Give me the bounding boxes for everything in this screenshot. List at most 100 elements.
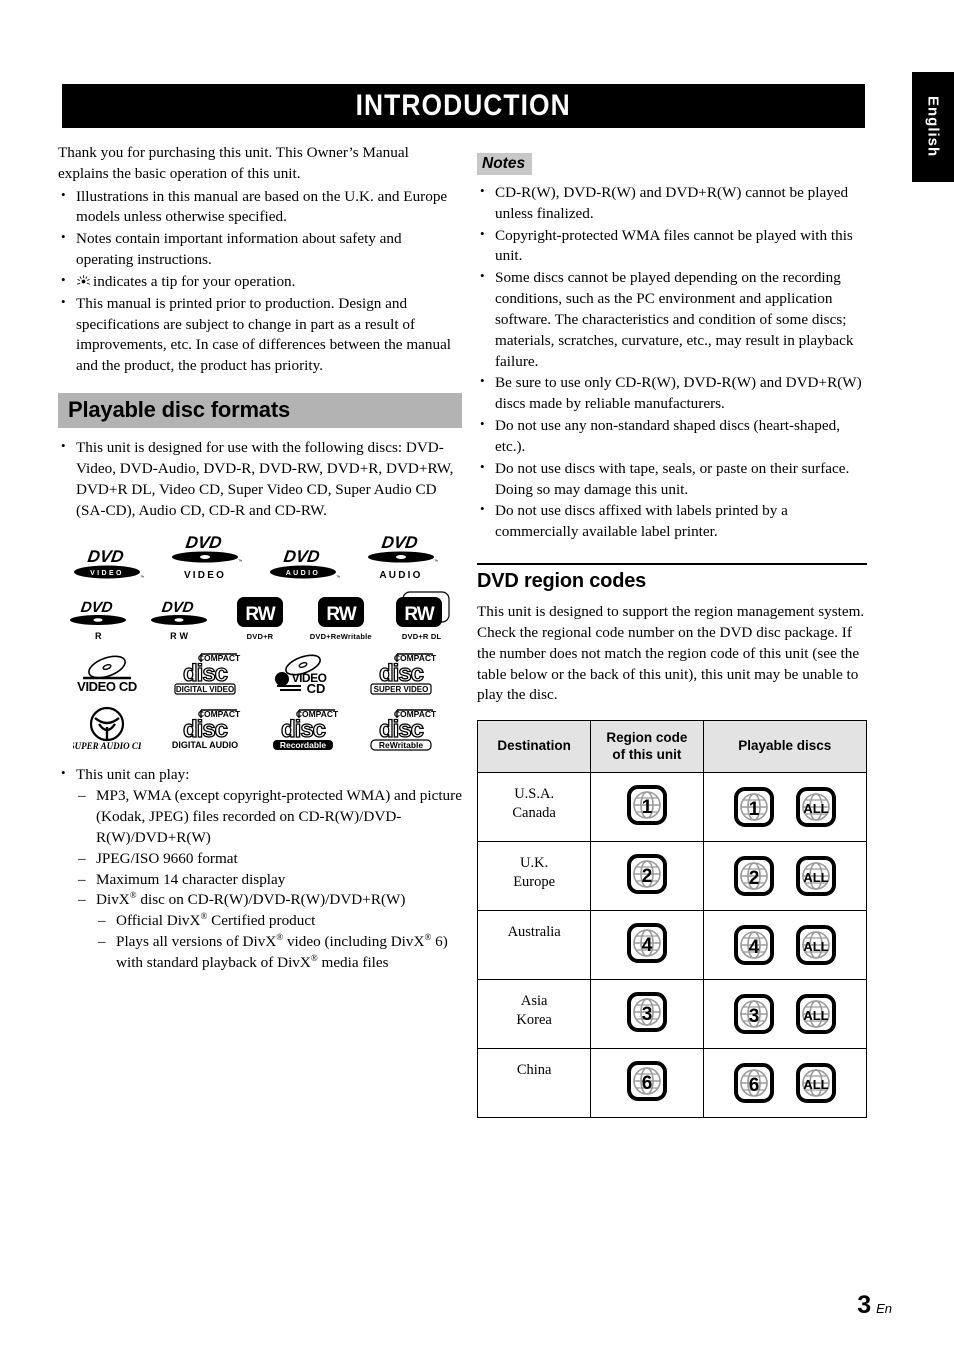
- svg-text:CD: CD: [307, 681, 326, 695]
- region-globe-icon: 2: [626, 853, 667, 894]
- logo-caption: R: [95, 631, 102, 642]
- divx-certified-post: Certified product: [207, 912, 316, 930]
- region-globe-icon: 3: [733, 994, 774, 1035]
- svg-text:DVD: DVD: [380, 533, 419, 552]
- page-footer: 3 En: [857, 1291, 892, 1320]
- logo-caption: DVD+R DL: [401, 632, 442, 642]
- list-item: Do not use discs affixed with labels pri…: [477, 500, 867, 543]
- playable-disc-number: 3: [748, 1006, 759, 1027]
- svg-text:disc: disc: [379, 716, 424, 743]
- language-tab-label: English: [924, 96, 942, 158]
- svg-text:DIGITAL AUDIO: DIGITAL AUDIO: [172, 740, 238, 750]
- playable-disc-number: 4: [748, 937, 759, 958]
- region-code-number: 3: [642, 1004, 653, 1025]
- cell-playable-discs: 2 ALL: [702, 841, 868, 912]
- svg-text:DVD: DVD: [80, 599, 114, 616]
- svg-text:ReWritable: ReWritable: [379, 740, 424, 750]
- disc-logo-grid: DVD VIDEO ™ DVD ™ VIDEO DVD AUDIO ™ DVD …: [58, 533, 462, 751]
- cell-region-code: 1: [590, 772, 704, 843]
- region-globe-icon: 6: [626, 1060, 667, 1101]
- table-row: Australia 4 4 ALL: [476, 910, 868, 981]
- registered-mark-icon: ®: [310, 952, 318, 963]
- logo-caption: VIDEO: [183, 570, 227, 582]
- column-header-region-code: Region code of this unit: [590, 720, 704, 774]
- can-play-list: This unit can play: MP3, WMA (except cop…: [58, 764, 462, 973]
- column-header-playable-discs: Playable discs: [702, 720, 868, 774]
- playable-disc-formats-heading: Playable disc formats: [58, 393, 462, 429]
- svg-text:™: ™: [434, 559, 438, 565]
- notes-heading: Notes: [477, 153, 533, 175]
- playable-disc-number: 2: [748, 868, 759, 889]
- svg-text:AUDIO: AUDIO: [286, 570, 321, 577]
- logo-caption: DVD+R: [246, 632, 274, 642]
- svg-text:Recordable: Recordable: [280, 740, 327, 750]
- intro-bullet-list: Illustrations in this manual are based o…: [58, 186, 462, 377]
- svg-text:DVD: DVD: [282, 547, 321, 566]
- right-column: Notes CD-R(W), DVD-R(W) and DVD+R(W) can…: [476, 153, 868, 1119]
- svg-text:disc: disc: [379, 660, 424, 687]
- list-item: JPEG/ISO 9660 format: [76, 849, 462, 870]
- region-globe-icon: 6: [733, 1063, 774, 1104]
- logo-caption: DVD+ReWritable: [309, 632, 372, 642]
- list-item: This manual is printed prior to producti…: [58, 293, 462, 377]
- page-title: INTRODUCTION: [355, 89, 572, 122]
- region-globe-all-icon: ALL: [795, 856, 836, 897]
- can-play-heading: This unit can play:: [76, 766, 190, 784]
- playable-disc-pair: 4 ALL: [705, 925, 865, 966]
- region-globe-icon: 2: [733, 856, 774, 897]
- svg-text:DVD: DVD: [161, 599, 195, 616]
- tip-sun-icon: [76, 274, 91, 287]
- region-globe-icon: 4: [733, 925, 774, 966]
- list-item: indicates a tip for your operation.: [58, 271, 462, 293]
- region-code-number: 1: [642, 797, 653, 818]
- language-tab: English: [912, 72, 954, 182]
- notes-list: CD-R(W), DVD-R(W) and DVD+R(W) cannot be…: [477, 182, 867, 543]
- playable-disc-all-label: ALL: [803, 939, 828, 954]
- dvd-plus-r-dl-logo: RW DVD+R DL: [381, 591, 462, 641]
- table-body: U.S.A. Canada 1 1 ALL U.K. Europe 2 2 AL…: [476, 772, 868, 1119]
- list-item: DivX® disc on CD-R(W)/DVD-R(W)/DVD+R(W) …: [76, 890, 462, 973]
- region-paragraph: This unit is designed to support the reg…: [477, 603, 865, 704]
- divx-versions-pre: Plays all versions of DivX: [116, 933, 277, 951]
- compact-disc-super-video-logo: COMPACT disc SUPER VIDEO: [352, 651, 450, 696]
- playable-disc-pair: 3 ALL: [705, 994, 865, 1035]
- list-item: This unit can play: MP3, WMA (except cop…: [58, 764, 462, 973]
- playable-disc-all-label: ALL: [803, 1008, 828, 1023]
- region-globe-all-icon: ALL: [795, 925, 836, 966]
- destination-line1: U.K.: [520, 855, 549, 872]
- svg-text:VIDEO CD: VIDEO CD: [77, 679, 137, 694]
- list-item: CD-R(W), DVD-R(W) and DVD+R(W) cannot be…: [477, 182, 867, 225]
- region-globe-all-icon: ALL: [795, 994, 836, 1035]
- cell-region-code: 3: [590, 979, 704, 1050]
- tip-bullet-text: indicates a tip for your operation.: [93, 272, 296, 290]
- page-number: 3: [857, 1291, 872, 1319]
- table-header-row: Destination Region code of this unit Pla…: [476, 720, 868, 774]
- column-header-region-code-line2: of this unit: [612, 746, 682, 762]
- list-item: Plays all versions of DivX ® video (inclu…: [96, 932, 462, 974]
- dvd-plus-rewritable-logo: RW DVD+ReWritable: [300, 595, 381, 641]
- table-row: U.K. Europe 2 2 ALL: [476, 841, 868, 912]
- disc-logo-row: DVD VIDEO ™ DVD ™ VIDEO DVD AUDIO ™ DVD …: [58, 533, 462, 581]
- logo-caption: AUDIO: [379, 570, 423, 582]
- destination-line1: U.S.A.: [514, 786, 555, 803]
- disc-logo-row: VIDEO CD COMPACT disc DIGITAL VIDEO VIDE…: [58, 651, 462, 695]
- svg-text:DIGITAL VIDEO: DIGITAL VIDEO: [176, 685, 234, 694]
- destination-line1: Asia: [520, 993, 548, 1010]
- dvd-audio-logo-alt: DVD ™ AUDIO: [352, 533, 450, 581]
- list-item: Be sure to use only CD-R(W), DVD-R(W) an…: [477, 372, 867, 415]
- cell-playable-discs: 1 ALL: [702, 772, 868, 843]
- list-item: Some discs cannot be played depending on…: [477, 267, 867, 372]
- svg-text:RW: RW: [326, 604, 356, 625]
- svg-text:disc: disc: [183, 660, 228, 687]
- compact-disc-recordable-logo: COMPACT disc Recordable: [254, 707, 352, 751]
- dvd-region-codes-heading: DVD region codes: [477, 570, 647, 593]
- table-header: Destination Region code of this unit Pla…: [476, 720, 868, 774]
- cell-destination: U.S.A. Canada: [476, 772, 592, 843]
- list-item: Do not use any non-standard shaped discs…: [477, 415, 867, 458]
- cell-region-code: 6: [590, 1048, 704, 1119]
- cell-playable-discs: 3 ALL: [702, 979, 868, 1050]
- playable-disc-pair: 2 ALL: [705, 856, 865, 897]
- dvd-video-logo: DVD VIDEO ™: [58, 547, 156, 581]
- can-play-sublist: MP3, WMA (except copyright-protected WMA…: [76, 786, 462, 973]
- playable-disc-all-label: ALL: [803, 1077, 828, 1092]
